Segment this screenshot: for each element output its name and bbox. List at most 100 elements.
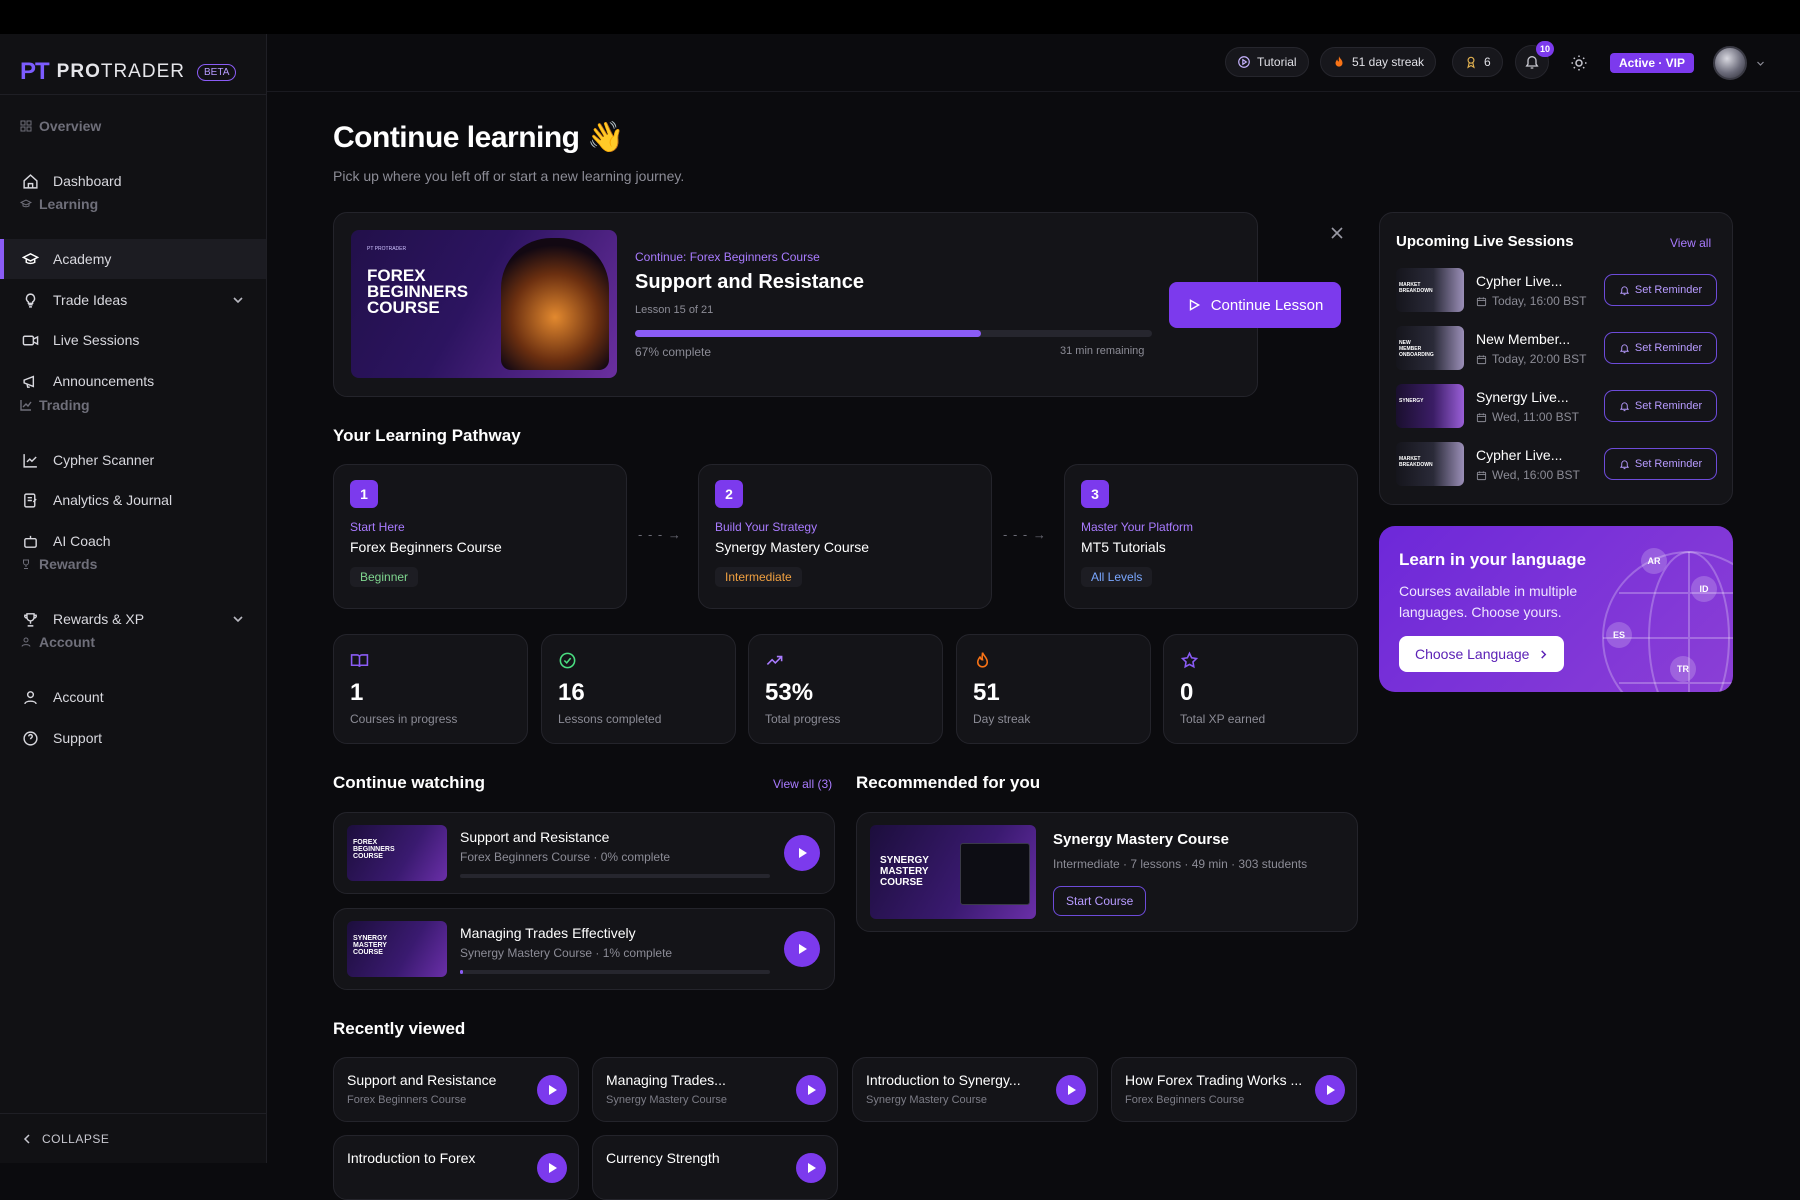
sidebar-item-live-sessions[interactable]: Live Sessions [0, 320, 266, 360]
sessions-title: Upcoming Live Sessions [1396, 233, 1574, 250]
sidebar-item-dashboard[interactable]: Dashboard [0, 161, 266, 201]
play-button[interactable] [1056, 1075, 1086, 1105]
bell-icon [1619, 459, 1629, 469]
graduation-cap-icon [22, 252, 39, 264]
close-icon[interactable] [1331, 227, 1343, 239]
level-tag: Intermediate [715, 567, 802, 587]
avatar[interactable] [1713, 46, 1747, 80]
play-button[interactable] [784, 931, 820, 967]
section-rewards: Rewards [20, 556, 97, 572]
pathway-title: Your Learning Pathway [333, 426, 521, 445]
set-reminder-button[interactable]: Set Reminder [1604, 274, 1717, 306]
recent-item[interactable]: Currency Strength [592, 1135, 838, 1200]
play-icon [549, 1085, 557, 1095]
session-title: Synergy Live... [1476, 389, 1569, 405]
start-course-button[interactable]: Start Course [1053, 886, 1147, 916]
session-thumbnail: NEW MEMBER ONBOARDING [1396, 326, 1464, 370]
pathway-step-1[interactable]: 1 Start Here Forex Beginners Course Begi… [333, 464, 627, 609]
trophy-icon [24, 612, 37, 627]
set-reminder-button[interactable]: Set Reminder [1604, 448, 1717, 480]
course-meta: Intermediate · 7 lessons · 49 min · 303 … [1053, 857, 1308, 871]
recent-item[interactable]: Introduction to Forex [333, 1135, 579, 1200]
recent-title: Currency Strength [606, 1150, 720, 1166]
play-button[interactable] [537, 1153, 567, 1183]
sidebar-item-rewards-xp[interactable]: Rewards & XP [0, 599, 266, 639]
recent-course: Forex Beginners Course [1125, 1094, 1245, 1106]
chevron-down-icon[interactable] [232, 294, 244, 306]
recommended-course-card[interactable]: SYNERGY MASTERY COURSE Synergy Mastery C… [856, 812, 1358, 932]
step-number: 1 [350, 480, 378, 508]
sidebar-item-academy[interactable]: Academy [0, 239, 266, 279]
language-code: AR [1641, 548, 1667, 574]
play-button[interactable] [1315, 1075, 1345, 1105]
step-number: 2 [715, 480, 743, 508]
chevron-down-icon[interactable] [232, 613, 244, 625]
progress-label: 67% complete [635, 345, 712, 359]
sidebar-item-trade-ideas[interactable]: Trade Ideas [0, 280, 266, 320]
calendar-icon [1476, 412, 1487, 422]
session-time: Today, 16:00 BST [1476, 294, 1587, 308]
play-button[interactable] [796, 1153, 826, 1183]
logo-mark: PT [20, 58, 50, 85]
trending-up-icon [766, 655, 783, 666]
stat-label: Lessons completed [558, 712, 662, 726]
beta-badge: BETA [196, 63, 237, 81]
set-reminder-button[interactable]: Set Reminder [1604, 390, 1717, 422]
brand-logo[interactable]: PT PROTRADER BETA [20, 58, 237, 86]
star-icon [1180, 651, 1199, 669]
recent-item[interactable]: Introduction to Synergy... Synergy Maste… [852, 1057, 1098, 1122]
recently-viewed-title: Recently viewed [333, 1019, 466, 1038]
pathway-step-2[interactable]: 2 Build Your Strategy Synergy Mastery Co… [698, 464, 992, 609]
play-icon [808, 1085, 816, 1095]
course-thumbnail[interactable]: PT PROTRADER FOREX BEGINNERS COURSE [351, 230, 617, 378]
play-button[interactable] [784, 835, 820, 871]
lesson-count: Lesson 15 of 21 [635, 304, 714, 316]
continue-watching-item[interactable]: FOREX BEGINNERS COURSE Support and Resis… [333, 812, 835, 894]
recent-title: Introduction to Forex [347, 1150, 476, 1166]
language-title: Learn in your language [1399, 550, 1587, 569]
recent-item[interactable]: Support and Resistance Forex Beginners C… [333, 1057, 579, 1122]
sidebar-item-support[interactable]: Support [0, 718, 266, 758]
sidebar-item-ai-coach[interactable]: AI Coach [0, 521, 266, 561]
bell-icon [1619, 401, 1629, 411]
tutorial-button[interactable]: Tutorial [1225, 47, 1309, 77]
video-icon [22, 335, 39, 345]
progress-fill [635, 330, 982, 337]
play-button[interactable] [796, 1075, 826, 1105]
sun-icon[interactable] [1570, 54, 1588, 72]
stat-value: 51 [973, 679, 1000, 706]
continue-watching-item[interactable]: SYNERGY MASTERY COURSE Managing Trades E… [333, 908, 835, 990]
collapse-sidebar-button[interactable]: COLLAPSE [22, 1132, 109, 1146]
recent-item[interactable]: How Forex Trading Works ... Forex Beginn… [1111, 1057, 1357, 1122]
session-thumbnail: SYNERGY [1396, 384, 1464, 428]
streak-badge[interactable]: 51 day streak [1320, 47, 1437, 77]
play-button[interactable] [537, 1075, 567, 1105]
level-tag: All Levels [1081, 567, 1153, 587]
continue-watching-view-all[interactable]: View all (3) [773, 777, 832, 791]
stat-value: 16 [558, 679, 585, 706]
video-meta: Synergy Mastery Course · 1% complete [460, 946, 673, 960]
step-course: Synergy Mastery Course [715, 539, 870, 555]
globe-icon [1602, 551, 1733, 692]
video-meta: Forex Beginners Course · 0% complete [460, 850, 671, 864]
medal-icon [1467, 56, 1475, 69]
flame-icon [976, 652, 989, 668]
sidebar-item-account[interactable]: Account [0, 677, 266, 717]
sidebar-item-analytics-journal[interactable]: Analytics & Journal [0, 480, 266, 520]
recent-course: Forex Beginners Course [347, 1094, 467, 1106]
sidebar-item-announcements[interactable]: Announcements [0, 361, 266, 401]
chevron-down-icon[interactable] [1756, 59, 1765, 68]
sidebar: PT PROTRADER BETA Overview Dashboard Lea… [0, 34, 267, 1163]
page-subtitle: Pick up where you left off or start a ne… [333, 168, 685, 184]
pathway-step-3[interactable]: 3 Master Your Platform MT5 Tutorials All… [1064, 464, 1358, 609]
sessions-view-all[interactable]: View all [1670, 236, 1711, 250]
play-icon [808, 1163, 816, 1173]
choose-language-button[interactable]: Choose Language [1399, 636, 1565, 672]
awards-badge[interactable]: 6 [1452, 47, 1503, 77]
continue-lesson-button[interactable]: Continue Lesson [1169, 282, 1341, 328]
language-code: ID [1691, 576, 1717, 602]
sidebar-item-cypher-scanner[interactable]: Cypher Scanner [0, 440, 266, 480]
recent-course: Synergy Mastery Course [866, 1094, 988, 1106]
set-reminder-button[interactable]: Set Reminder [1604, 332, 1717, 364]
recent-item[interactable]: Managing Trades... Synergy Mastery Cours… [592, 1057, 838, 1122]
